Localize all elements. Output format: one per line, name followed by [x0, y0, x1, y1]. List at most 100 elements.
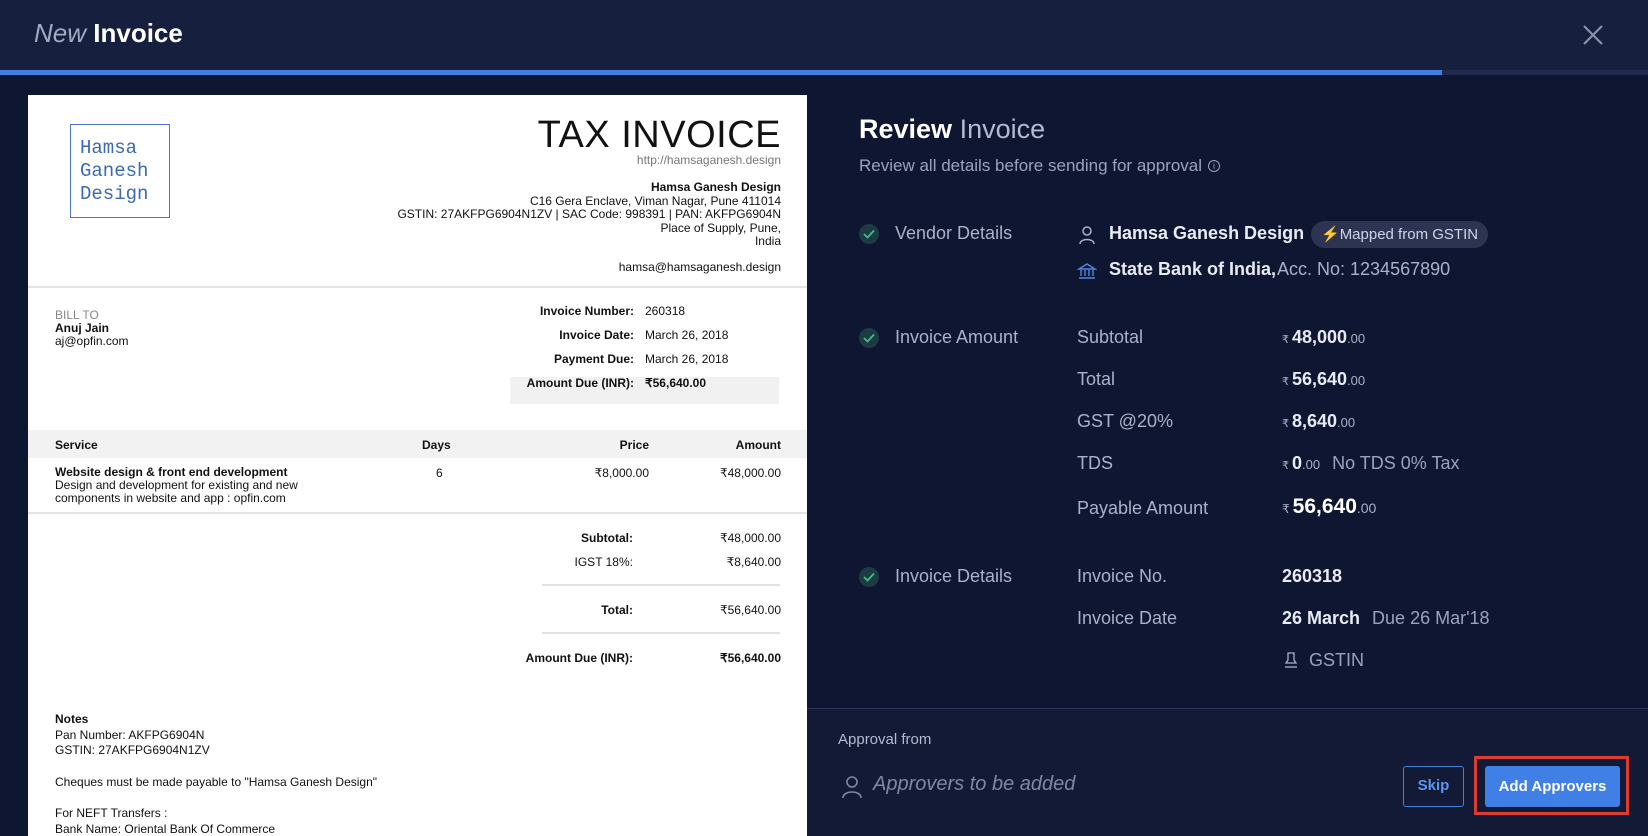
- review-title-bold: Review: [859, 114, 953, 144]
- item-description: Website design & front end development D…: [55, 466, 335, 505]
- invoice-date: 26 March: [1282, 608, 1361, 628]
- total-value: ₹56,640.00: [719, 603, 781, 617]
- doc-title: TAX INVOICE: [537, 114, 781, 156]
- currency-symbol: ₹: [1282, 502, 1290, 516]
- gst-label: GST @20%: [1077, 411, 1173, 431]
- tds-amount: 0: [1292, 453, 1303, 473]
- vendor-country: India: [754, 234, 781, 248]
- vendor-tax: GSTIN: 27AKFPG6904N1ZV | SAC Code: 99839…: [397, 207, 781, 221]
- review-subtitle-text: Review all details before sending for ap…: [859, 156, 1203, 175]
- col-amount: Amount: [735, 438, 781, 452]
- divider: [542, 584, 780, 586]
- gst-amount: 8,640: [1292, 411, 1338, 431]
- check-icon: [859, 328, 879, 348]
- subtotal-value: ₹48,000.00: [719, 531, 781, 545]
- meta-label: Invoice Number:: [539, 304, 634, 318]
- tds-note: No TDS 0% Tax: [1332, 453, 1460, 473]
- igst-value: ₹8,640.00: [726, 555, 781, 569]
- details-section-label: Invoice Details: [895, 566, 1013, 586]
- subtotal-value: ₹48,000.00: [1282, 327, 1365, 348]
- invoice-date-value: 26 March Due 26 Mar'18: [1282, 608, 1490, 629]
- payable-value: ₹56,640.00: [1282, 495, 1376, 519]
- bill-to-email: aj@opfin.com: [55, 334, 129, 348]
- divider: [28, 286, 807, 288]
- top-bar: New Invoice: [0, 0, 1648, 70]
- table-row: Website design & front end development D…: [28, 458, 807, 512]
- badge-text: Mapped from GSTIN: [1339, 226, 1479, 243]
- title-main: Invoice: [93, 18, 183, 48]
- logo-line: Ganesh: [80, 160, 149, 182]
- tds-label: TDS: [1077, 453, 1113, 473]
- item-price: ₹8,000.00: [594, 466, 649, 480]
- invoice-preview: Hamsa Ganesh Design TAX INVOICE http://h…: [28, 95, 807, 836]
- approval-label: Approval from: [838, 731, 932, 748]
- stamp-icon: [1283, 651, 1299, 676]
- notes-heading: Notes: [55, 712, 89, 726]
- title-prefix: New: [34, 18, 87, 48]
- bank-name: State Bank of India,: [1109, 259, 1277, 279]
- meta-label: Invoice Date:: [559, 328, 634, 342]
- meta-value: March 26, 2018: [645, 328, 729, 342]
- approvers-input[interactable]: Approvers to be added: [873, 773, 1075, 796]
- divider: [807, 708, 1648, 709]
- meta-value: ₹56,640.00: [645, 376, 707, 390]
- total-amount: 56,640: [1292, 369, 1348, 389]
- vendor-name: Hamsa Ganesh Design: [650, 180, 781, 194]
- meta-label: Amount Due (INR):: [526, 376, 634, 390]
- skip-button[interactable]: Skip: [1403, 766, 1464, 807]
- vendor-logo: Hamsa Ganesh Design: [70, 124, 170, 218]
- currency-symbol: ₹: [1282, 376, 1289, 388]
- progress-bar: [0, 70, 1648, 75]
- check-icon: [859, 567, 879, 587]
- total-label: Total: [1077, 369, 1116, 389]
- total-label: Total:: [601, 603, 633, 617]
- vendor-section-label: Vendor Details: [895, 223, 1013, 243]
- notes: Notes Pan Number: AKFPG6904N GSTIN: 27AK…: [55, 712, 377, 836]
- notes-bank: Bank Name: Oriental Bank Of Commerce: [55, 821, 276, 836]
- logo-line: Design: [80, 183, 149, 205]
- gstin-badge: ⚡Mapped from GSTIN: [1311, 221, 1489, 248]
- meta-label: Payment Due:: [553, 352, 634, 366]
- vendor-supply: Place of Supply, Pune,: [660, 220, 781, 235]
- bill-to: BILL TO Anuj Jain aj@opfin.com: [55, 309, 129, 348]
- divider: [28, 512, 807, 514]
- review-title-light: Invoice: [959, 114, 1046, 144]
- col-days: Days: [422, 438, 451, 452]
- notes-cheques: Cheques must be made payable to "Hamsa G…: [55, 774, 378, 789]
- page-title: New Invoice: [34, 18, 183, 49]
- item-desc: components in website and app : opfin.co…: [55, 491, 286, 505]
- gst-decimals: .00: [1337, 415, 1356, 430]
- subtotal-label: Subtotal: [1077, 327, 1144, 347]
- add-approvers-button[interactable]: Add Approvers: [1485, 766, 1620, 807]
- invoice-no-label: Invoice No.: [1077, 566, 1168, 586]
- invoice-no-value: 260318: [1282, 566, 1343, 586]
- due-date: Due 26 Mar'18: [1372, 608, 1490, 628]
- tds-value: ₹0.00 No TDS 0% Tax: [1282, 453, 1459, 474]
- meta-value: March 26, 2018: [645, 352, 729, 366]
- review-subtitle: Review all details before sending for ap…: [859, 156, 1221, 176]
- divider: [542, 632, 780, 634]
- bank-icon: [1076, 262, 1098, 285]
- review-title: Review Invoice: [859, 114, 1045, 145]
- subtotal-decimals: .00: [1347, 331, 1366, 346]
- user-icon: [841, 775, 863, 804]
- subtotal-amount: 48,000: [1292, 327, 1348, 347]
- due-label: Amount Due (INR):: [525, 651, 633, 665]
- close-icon[interactable]: [1578, 20, 1608, 50]
- payable-decimals: .00: [1356, 500, 1377, 516]
- item-amount: ₹48,000.00: [719, 466, 781, 480]
- currency-symbol: ₹: [1282, 418, 1289, 430]
- logo-line: Hamsa: [80, 137, 138, 159]
- vendor-address: C16 Gera Enclave, Viman Nagar, Pune 4110…: [529, 193, 781, 208]
- total-decimals: .00: [1347, 373, 1366, 388]
- igst-label: IGST 18%:: [574, 555, 633, 569]
- meta-value: 260318: [645, 304, 686, 318]
- vendor-email: hamsa@hamsaganesh.design: [618, 260, 781, 274]
- payable-amount: 56,640: [1292, 495, 1357, 518]
- payable-label: Payable Amount: [1077, 498, 1209, 518]
- notes-neft: For NEFT Transfers :: [55, 806, 168, 821]
- info-icon[interactable]: i: [1208, 160, 1221, 172]
- bolt-icon: ⚡: [1321, 226, 1340, 243]
- amount-section-label: Invoice Amount: [895, 327, 1019, 347]
- doc-url: http://hamsaganesh.design: [636, 153, 781, 167]
